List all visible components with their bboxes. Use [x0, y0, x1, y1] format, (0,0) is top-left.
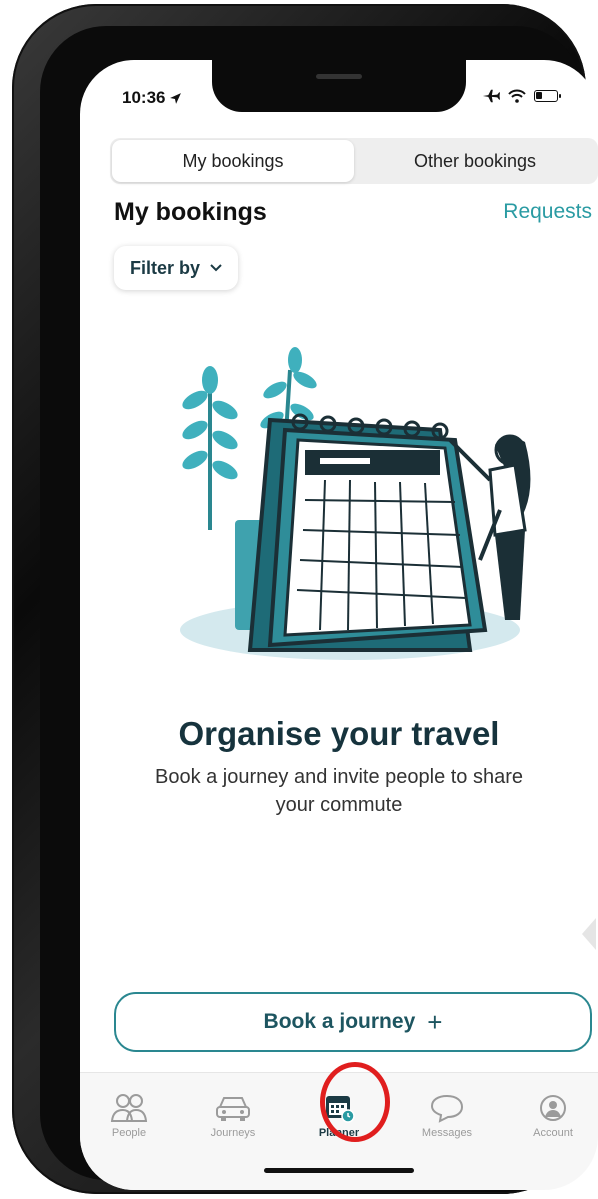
status-time: 10:36 — [122, 88, 182, 108]
tab-my-bookings[interactable]: My bookings — [112, 140, 354, 182]
people-icon — [110, 1094, 148, 1122]
speaker — [316, 74, 362, 79]
user-circle-icon — [540, 1095, 566, 1121]
tab-label-journeys: Journeys — [210, 1127, 256, 1139]
tab-journeys[interactable]: Journeys — [188, 1093, 278, 1139]
tab-label-people: People — [111, 1127, 147, 1139]
status-icons — [482, 88, 561, 104]
phone-frame: 10:36 My bookings Other bookings My book… — [12, 4, 598, 1194]
phone-bezel: 10:36 My bookings Other bookings My book… — [40, 26, 598, 1190]
tab-messages[interactable]: Messages — [402, 1093, 492, 1139]
wifi-icon — [508, 89, 526, 103]
tab-label-messages: Messages — [421, 1127, 473, 1139]
tab-people[interactable]: People — [84, 1093, 174, 1139]
airplane-icon — [482, 89, 500, 103]
tab-account[interactable]: Account — [508, 1093, 598, 1139]
book-journey-button[interactable]: Book a journey + — [114, 992, 592, 1052]
bookings-segmented-control: My bookings Other bookings — [110, 138, 598, 184]
chevron-down-icon — [210, 264, 222, 272]
empty-state-subtitle: Book a journey and invite people to shar… — [154, 766, 524, 816]
page-title: My bookings — [114, 198, 267, 226]
book-journey-label: Book a journey — [263, 1010, 416, 1033]
requests-link[interactable]: Requests — [503, 200, 592, 224]
time-text: 10:36 — [122, 88, 166, 107]
tab-label-account: Account — [533, 1127, 573, 1139]
plus-icon: + — [427, 1006, 443, 1037]
location-arrow-icon — [170, 92, 182, 104]
app-screen: 10:36 My bookings Other bookings My book… — [80, 60, 598, 1190]
home-indicator — [264, 1168, 414, 1173]
notch — [212, 60, 466, 112]
battery-icon — [534, 90, 561, 102]
calendar-illustration — [180, 347, 531, 660]
car-icon — [216, 1097, 250, 1121]
filter-button[interactable]: Filter by — [114, 246, 239, 290]
empty-state-title: Organise your travel — [178, 715, 500, 752]
filter-label: Filter by — [130, 257, 201, 278]
tab-other-bookings[interactable]: Other bookings — [354, 140, 596, 182]
highlight-ring — [320, 1062, 390, 1142]
side-arrow — [582, 918, 596, 950]
chat-bubble-icon — [430, 1094, 464, 1123]
